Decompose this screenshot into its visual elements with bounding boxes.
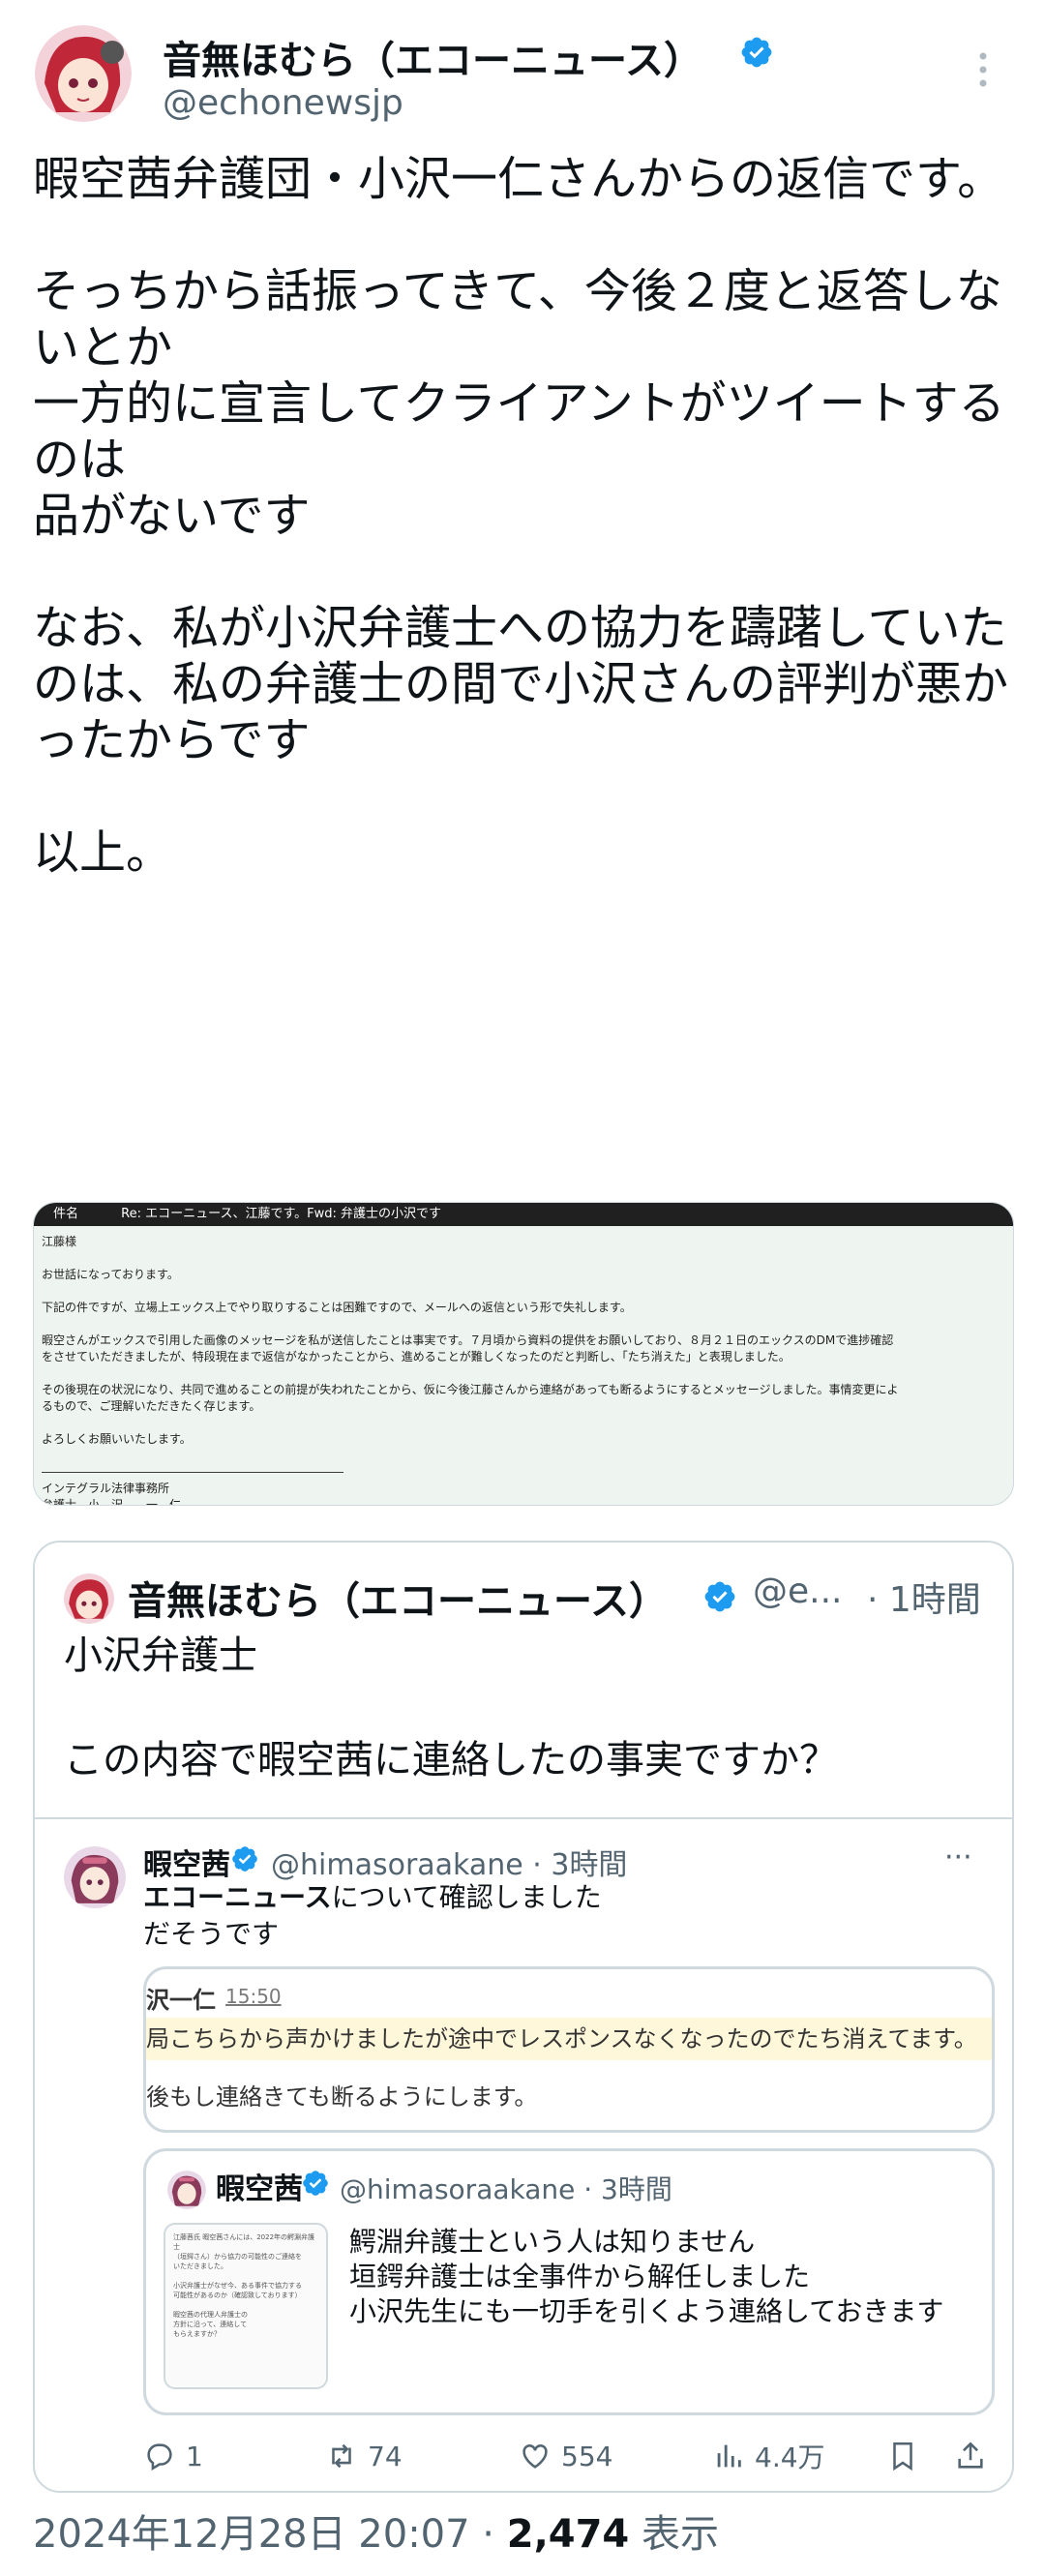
reply-button[interactable]: 1: [143, 2435, 203, 2477]
retweet-icon: [332, 2443, 351, 2469]
analytics-icon: [717, 2444, 741, 2468]
author-avatar[interactable]: [35, 25, 132, 122]
share-button[interactable]: [954, 2435, 997, 2477]
verified-badge-icon: [741, 37, 772, 68]
email-subject-bar: 件名 Re: エコーニュース、江藤です。Fwd: 弁護士の小沢です: [34, 1203, 1013, 1226]
verified-badge-icon: [232, 1846, 257, 1872]
retweet-count: 74: [368, 2440, 403, 2472]
share-icon: [958, 2441, 983, 2469]
bookmark-button[interactable]: [886, 2435, 929, 2477]
views-count: 4.4万: [755, 2441, 825, 2473]
author-handle[interactable]: @echonewsjp: [163, 83, 403, 123]
verified-badge-icon: [704, 1581, 735, 1612]
like-count: 554: [561, 2440, 613, 2472]
chat-screenshot-image[interactable]: 沢一仁 15:50 局こちらから声かけましたが途中でレスポンスなくなったのでたち…: [143, 1966, 995, 2133]
reply-icon: [147, 2443, 172, 2471]
inner-text: エコーニュースについて確認しました だそうです: [143, 1879, 602, 1953]
author-name[interactable]: 音無ほむら（エコーニュース）: [163, 29, 702, 85]
inner-text-line2: だそうです: [143, 1918, 280, 1950]
quote-author-avatar[interactable]: [64, 1573, 114, 1624]
nested-quoted-tweet[interactable]: 暇空茜 @himasoraakane · 3時間 江藤茜氏 暇空茜さんには、20…: [143, 2148, 995, 2415]
tweet-meta: 2024年12月28日 20:07 · 2,474 表示: [33, 2502, 719, 2559]
like-button[interactable]: 554: [519, 2435, 612, 2477]
bookmark-icon: [893, 2441, 912, 2471]
heart-icon: [522, 2444, 548, 2469]
chat-message-line2: 後もし連絡きても断るようにします。: [146, 2083, 538, 2111]
views-button[interactable]: 4.4万: [712, 2435, 825, 2477]
more-options-icon[interactable]: [977, 50, 989, 89]
tweet-header: 音無ほむら（エコーニュース） @echonewsjp: [0, 0, 1045, 145]
views-total: 2,474: [506, 2512, 630, 2557]
nested-thumbnail-image[interactable]: 江藤茜氏 暇空茜さんには、2022年の鰐淵弁護士 （垣鍔さん）から協力の可能性の…: [164, 2223, 328, 2389]
nested-author-name[interactable]: 暇空茜: [216, 2165, 303, 2207]
retweet-button[interactable]: 74: [325, 2435, 403, 2477]
quote-author-handle[interactable]: @e...: [753, 1572, 842, 1611]
nested-text: 鰐淵弁護士という人は知りません 垣鍔弁護士は全事件から解任しました 小沢先生にも…: [349, 2226, 944, 2327]
attached-email-image[interactable]: 件名 Re: エコーニュース、江藤です。Fwd: 弁護士の小沢です 江藤様 お世…: [33, 1202, 1014, 1506]
email-subject: Re: エコーニュース、江藤です。Fwd: 弁護士の小沢です: [121, 1207, 442, 1221]
inner-text-rest: について確認しました: [331, 1881, 602, 1913]
quote-text: 小沢弁護士 この内容で暇空茜に連絡したの事実ですか？: [64, 1633, 838, 1782]
quote-timestamp[interactable]: · 1時間: [867, 1572, 981, 1622]
inner-author-name[interactable]: 暇空茜: [143, 1841, 230, 1883]
quoted-tweet[interactable]: 音無ほむら（エコーニュース） @e... · 1時間 小沢弁護士 この内容で暇空…: [33, 1541, 1014, 2493]
chat-sender-name: 沢一仁: [146, 1987, 216, 2014]
action-bar: 1 74 554 4.4万: [35, 2435, 1012, 2483]
inner-quoted-tweet[interactable]: 暇空茜 @himasoraakane · 3時間 ··· エコーニュースについて…: [35, 1817, 1012, 2491]
tweet-text: 暇空茜弁護団・小沢一仁さんからの返信です。 そっちから話振ってきて、今後２度と返…: [33, 152, 1009, 880]
verified-badge-icon: [303, 2171, 328, 2196]
chat-message-line1: 局こちらから声かけましたが途中でレスポンスなくなったのでたち消えてます。: [146, 2018, 992, 2060]
inner-text-bold: エコーニュース: [143, 1881, 332, 1913]
quote-author-name[interactable]: 音無ほむら（エコーニュース）: [128, 1570, 668, 1626]
tweet-timestamp[interactable]: 2024年12月28日 20:07 ·: [33, 2512, 507, 2557]
nested-author-handle[interactable]: @himasoraakane · 3時間: [340, 2169, 672, 2207]
nested-author-avatar[interactable]: [167, 2171, 206, 2209]
inner-author-handle[interactable]: @himasoraakane · 3時間: [271, 1841, 627, 1883]
reply-count: 1: [186, 2440, 203, 2472]
chat-time: 15:50: [225, 1985, 282, 2008]
views-label: 表示: [629, 2512, 719, 2557]
email-body: 江藤様 お世話になっております。 下記の件ですが、立場上エックス上でやり取りする…: [42, 1235, 899, 1506]
inner-author-avatar[interactable]: [64, 1846, 126, 1908]
inner-more-icon[interactable]: ···: [944, 1841, 972, 1874]
email-subject-prefix: 件名: [53, 1207, 79, 1221]
